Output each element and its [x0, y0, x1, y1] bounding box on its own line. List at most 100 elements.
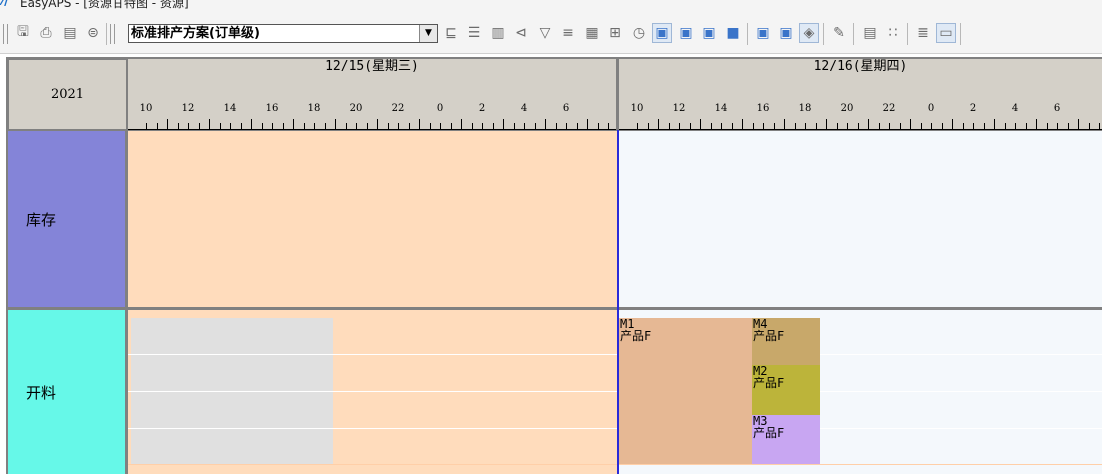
- ruler-tick: [513, 123, 515, 129]
- ruler-tick: [1015, 123, 1016, 129]
- ruler-tick: [742, 119, 743, 129]
- ruler-tick: [198, 123, 200, 129]
- toolbar-grip-2[interactable]: [110, 24, 115, 44]
- ruler-tick: [973, 123, 974, 129]
- row-separator: [128, 307, 1102, 310]
- toolbar-separator: [823, 23, 824, 45]
- past-zone: [128, 131, 617, 307]
- task-product: 产品F: [753, 329, 785, 343]
- calendar-icon[interactable]: ▦: [582, 23, 602, 43]
- ruler-tick: [471, 123, 473, 129]
- toolbar-separator: [853, 23, 854, 45]
- report-icon[interactable]: ▭: [936, 23, 956, 43]
- hour-label: 2: [478, 103, 486, 114]
- hour-label: 4: [1011, 103, 1019, 114]
- chart-settings-icon[interactable]: ⊞: [605, 23, 625, 43]
- gantt-view-5-icon[interactable]: ▣: [753, 23, 773, 43]
- ruler-tick: [251, 119, 252, 129]
- ruler-tick: [335, 119, 336, 129]
- toolbar-separator: [907, 23, 908, 45]
- day-label: 12/16(星期四): [813, 59, 908, 74]
- toolbar-grip[interactable]: [3, 24, 8, 44]
- hour-label: 0: [927, 103, 935, 114]
- day-label: 12/15(星期三): [325, 59, 419, 74]
- sub-row-line: [128, 464, 1102, 465]
- ruler-tick: [647, 123, 649, 129]
- ruler-tick: [1025, 123, 1027, 129]
- ruler-tick: [461, 119, 462, 129]
- hour-label: 6: [562, 103, 570, 114]
- gantt-view-3-icon[interactable]: ▣: [699, 23, 719, 43]
- ruler-tick: [868, 119, 869, 129]
- ruler-tick: [857, 123, 859, 129]
- document-icon[interactable]: ▥: [488, 23, 508, 43]
- ruler-tick: [668, 123, 670, 129]
- ruler-tick: [815, 123, 817, 129]
- ruler-tick: [345, 123, 347, 129]
- ruler-tick: [566, 123, 567, 129]
- gantt-view-1-icon[interactable]: ▣: [652, 23, 672, 43]
- ruler-tick: [534, 123, 536, 129]
- ruler-tick: [545, 119, 546, 129]
- ruler-tick: [156, 123, 158, 129]
- easyaps-logo-icon: ⁄/: [2, 0, 9, 9]
- hour-label: 2: [969, 103, 977, 114]
- plan-select[interactable]: 标准排产方案(订单级) ▼: [128, 24, 438, 43]
- ruler-tick: [1046, 123, 1048, 129]
- task-bar[interactable]: M3 产品F: [752, 415, 820, 464]
- clock-icon[interactable]: ◷: [629, 23, 649, 43]
- task-bar[interactable]: M2 产品F: [752, 365, 820, 415]
- ruler-tick: [209, 119, 210, 129]
- resource-icon[interactable]: ▤: [860, 23, 880, 43]
- resource-row-label[interactable]: 库存: [8, 131, 125, 307]
- task-product: 产品F: [620, 329, 652, 343]
- hour-label: 12: [672, 103, 686, 114]
- print-icon[interactable]: ⎙: [36, 23, 56, 43]
- toolbar-separator: [106, 23, 107, 45]
- ruler-tick: [710, 123, 712, 129]
- menu-icon[interactable]: ≡: [558, 23, 578, 43]
- hour-label: 14: [223, 103, 237, 114]
- ruler-tick: [689, 123, 691, 129]
- ruler-tick: [177, 123, 179, 129]
- layers-icon[interactable]: ◈: [799, 23, 819, 43]
- gantt-view-2-icon[interactable]: ▣: [676, 23, 696, 43]
- gantt-view-6-icon[interactable]: ▣: [776, 23, 796, 43]
- ruler-tick: [398, 123, 399, 129]
- print-setup-icon[interactable]: ⊜: [83, 23, 103, 43]
- ruler-tick: [587, 119, 588, 129]
- list-icon[interactable]: ☰: [464, 23, 484, 43]
- chevron-down-icon[interactable]: ▼: [419, 25, 437, 42]
- ruler-tick: [910, 119, 911, 129]
- gantt-view-4-icon[interactable]: ■: [723, 23, 743, 43]
- hour-label: 10: [139, 103, 153, 114]
- resource-row-label[interactable]: 开料: [8, 310, 125, 474]
- task-bar[interactable]: M4 产品F: [752, 318, 820, 365]
- ruler-tick: [1067, 123, 1069, 129]
- grid-icon[interactable]: ∷: [883, 23, 903, 43]
- ruler-tick: [230, 123, 231, 129]
- ruler-tick: [658, 119, 659, 129]
- task-bar[interactable]: M1 产品F: [619, 318, 753, 464]
- edit-icon[interactable]: ✎: [829, 23, 849, 43]
- ruler-tick: [419, 119, 420, 129]
- current-time-line: [617, 130, 619, 474]
- ruler-tick: [146, 123, 147, 129]
- window-title: EasyAPS - [资源甘特图 - 资源]: [20, 0, 189, 10]
- ruler-tick: [889, 123, 890, 129]
- text-align-icon[interactable]: ≣: [913, 23, 933, 43]
- sub-row-line: [128, 354, 1102, 355]
- ruler-tick: [272, 123, 273, 129]
- ruler-tick: [440, 123, 441, 129]
- print-preview-icon[interactable]: ▤: [60, 23, 80, 43]
- save-icon[interactable]: 🖫: [13, 23, 33, 43]
- ruler-tick: [1078, 119, 1079, 129]
- filter-icon[interactable]: ▽: [535, 23, 555, 43]
- indent-icon[interactable]: ⊲: [511, 23, 531, 43]
- hour-label: 18: [307, 103, 321, 114]
- align-icon[interactable]: ⊑: [441, 23, 461, 43]
- ruler-tick: [377, 119, 378, 129]
- resource-gantt: 2021 12/15(星期三) 10 12 14 16 18 20 22 0 2 4 6 12/16…: [0, 54, 1102, 474]
- ruler-tick: [784, 119, 785, 129]
- hour-label: 4: [520, 103, 528, 114]
